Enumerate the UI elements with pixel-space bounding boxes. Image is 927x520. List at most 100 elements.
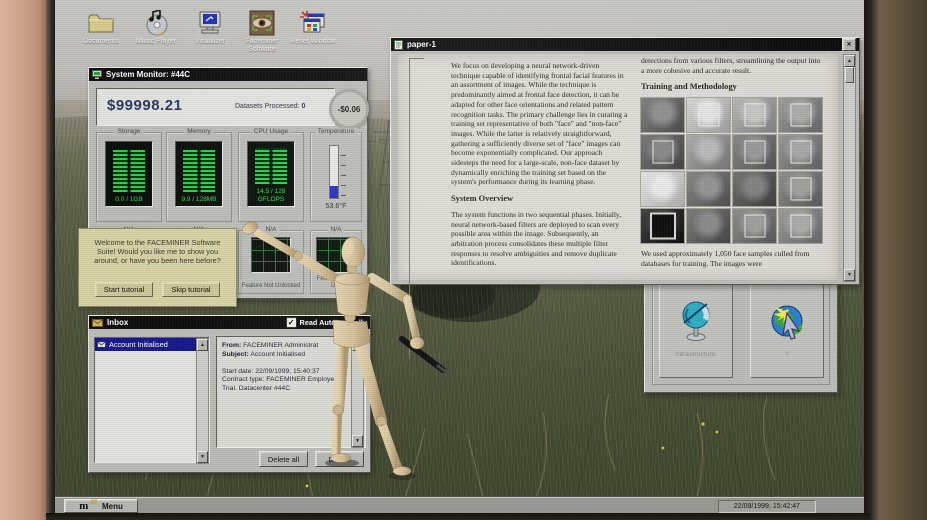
desktop-icon-documents[interactable]: Documents (74, 10, 128, 46)
scroll-up-button[interactable]: ▲ (844, 55, 855, 67)
paper-window: paper-1 ✕ We focus on developing a neura… (390, 37, 860, 285)
lock-status: Feature Not In Use (311, 276, 361, 290)
taskbar: m95 Menu 22/09/1999, 15:42:47 (55, 497, 864, 513)
face-detection-box (744, 104, 765, 127)
message-list-scrollbar[interactable]: ▲ ▼ (196, 338, 209, 464)
start-tutorial-button[interactable]: Start tutorial (95, 282, 153, 297)
scroll-down-button[interactable]: ▼ (844, 269, 855, 281)
censored-face-box (650, 213, 676, 240)
message-body-panel: From: FACEMINER Administrat Subject: Acc… (216, 336, 366, 448)
desktop-icon-visualizer[interactable]: Visualizer (183, 10, 237, 46)
paper-heading: Training and Methodology (641, 82, 825, 92)
lock-status: Feature Not Unlocked (239, 283, 303, 290)
face-detection-box (790, 215, 811, 238)
paper-titlebar[interactable]: paper-1 ✕ (391, 38, 859, 51)
envelope-icon (92, 319, 103, 327)
face-sample (687, 98, 730, 132)
scrollbar-thumb[interactable] (845, 67, 854, 83)
reset-window-icon (298, 10, 328, 36)
icon-label: Faceminer Software (235, 38, 289, 54)
balance: $99998.21 (107, 97, 182, 114)
infrastructure-button[interactable]: Infrastructure (659, 280, 733, 378)
close-button[interactable]: ✕ (842, 38, 856, 51)
system-monitor-titlebar[interactable]: System Monitor: #44C (89, 68, 367, 81)
welcome-tooltip: Welcome to the FACEMINER Software Suite!… (78, 228, 237, 307)
face-sample (687, 172, 730, 206)
skip-tutorial-button[interactable]: Skip tutorial (162, 282, 220, 297)
monitor-bezel-bottom (46, 513, 870, 520)
message-list-item[interactable]: Account Initialised (95, 338, 209, 351)
infrastructure-panel: Infrastructure ? (652, 272, 830, 385)
page-corner-mark (409, 58, 424, 359)
eye-photo-icon (247, 10, 277, 36)
inbox-titlebar[interactable]: Inbox ✓ Read Automatically (89, 316, 370, 329)
paper-paragraph: We focus on developing a neural network-… (451, 61, 629, 187)
face-detection-box (744, 141, 765, 164)
message-scrollbar[interactable]: ▲ ▼ (351, 338, 364, 448)
scroll-down-button[interactable]: ▼ (352, 435, 363, 447)
face-sample (733, 98, 776, 132)
menu-label: Menu (102, 502, 123, 511)
desktop-icon-faceminer-software[interactable]: Faceminer Software (235, 10, 289, 54)
stats-panel: $99998.21 Datasets Processed: 0 (96, 88, 335, 126)
temperature-gauge: Temperature 53.6°F (310, 132, 362, 222)
face-detection-box (790, 178, 811, 201)
menu-button[interactable]: m95 Menu (64, 499, 138, 513)
window-title: Inbox (107, 318, 128, 327)
face-sample (733, 135, 776, 169)
scroll-up-button[interactable]: ▲ (352, 339, 363, 351)
folder-icon (86, 10, 116, 36)
face-sample (641, 172, 684, 206)
paper-column-1: We focus on developing a neural network-… (451, 61, 629, 268)
face-sample (733, 209, 776, 243)
face-sample (641, 209, 684, 243)
datasets-processed: Datasets Processed: 0 (235, 103, 305, 110)
face-detection-box (790, 141, 811, 164)
scroll-down-button[interactable]: ▼ (197, 451, 208, 463)
face-sample (733, 172, 776, 206)
read-automatically-label: Read Automatically (300, 318, 367, 327)
cpu-value: 14.5 / 128 GFLOPS (257, 186, 286, 206)
screen: Documents Music Player Visualizer (55, 0, 864, 513)
taskbar-clock: 22/09/1999, 15:42:47 (718, 500, 816, 513)
thermometer-ticks (341, 146, 346, 196)
face-grid (641, 98, 825, 243)
face-sample (687, 135, 730, 169)
storage-bars (113, 150, 145, 192)
computer-icon (195, 10, 225, 36)
inbox-window: Inbox ✓ Read Automatically Account Initi… (88, 315, 371, 473)
unknown-button[interactable]: ? (750, 280, 824, 378)
face-detection-box (744, 215, 765, 238)
memory-bars (183, 150, 215, 192)
scroll-up-button[interactable]: ▲ (197, 339, 208, 351)
icon-label: Reset Window (286, 38, 340, 46)
face-detection-box (790, 104, 811, 127)
face-sample (687, 209, 730, 243)
paper-scrollbar[interactable]: ▲ ▼ (843, 54, 856, 282)
icon-label: Music Player (129, 38, 183, 46)
read-automatically-checkbox[interactable]: ✓ (286, 317, 297, 328)
satellite-dish-icon (674, 299, 718, 343)
infrastructure-button-label: Infrastructure (675, 351, 715, 358)
monitor-icon (92, 70, 102, 79)
locked-gauge-na: N/A Feature Not In Use (310, 230, 362, 294)
window-title: paper-1 (407, 40, 436, 49)
document-icon (394, 40, 403, 50)
paper-paragraph: detections from various filters, streaml… (641, 56, 825, 75)
cpu-gauge: CPU Usage 14.5 / 128 GFLOPS (238, 132, 304, 222)
face-sample (641, 98, 684, 132)
desktop-icon-music-player[interactable]: Music Player (129, 10, 183, 46)
paper-heading: System Overview (451, 194, 629, 204)
monitor-bezel-right (870, 0, 927, 520)
delete-button[interactable]: Delete (315, 451, 364, 467)
face-sample (779, 172, 822, 206)
monitor-bezel-left (0, 0, 46, 520)
paper-column-2: detections from various filters, streaml… (641, 56, 825, 269)
crt-monitor: Documents Music Player Visualizer (0, 0, 927, 520)
icon-label: Visualizer (183, 38, 237, 46)
memory-gauge: Memory 9.9 / 128MB (166, 132, 232, 222)
delete-all-button[interactable]: Delete all (259, 451, 308, 467)
temperature-value: 53.6°F (311, 203, 361, 210)
cpu-bars (255, 148, 287, 184)
desktop-icon-reset-window[interactable]: Reset Window (286, 10, 340, 46)
